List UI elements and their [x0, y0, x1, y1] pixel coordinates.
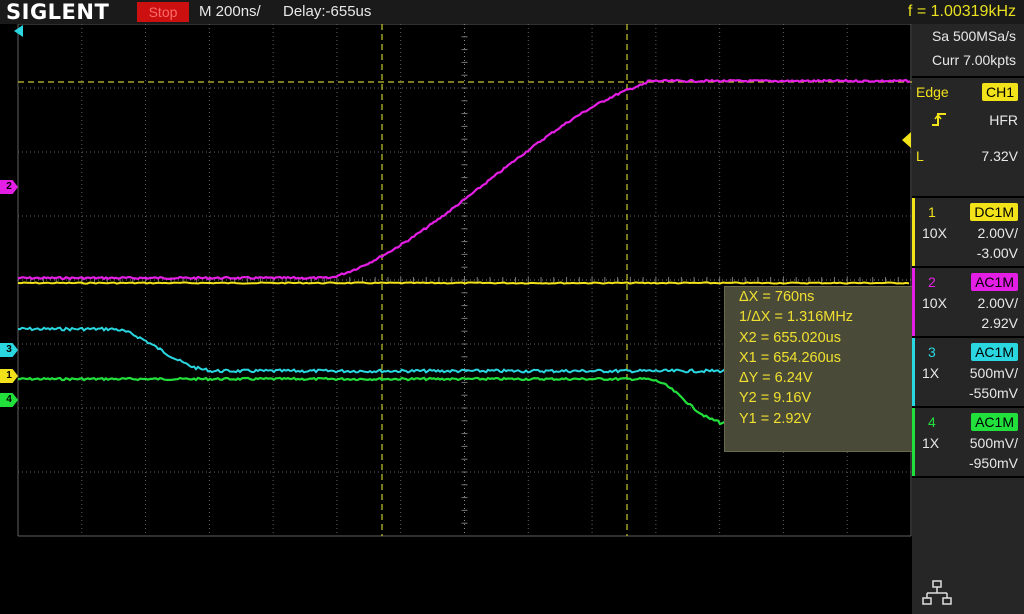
channel-offset: -3.00V — [976, 245, 1018, 261]
cursor-delta-y: ΔY = 6.24V — [739, 370, 813, 387]
ch1-trace — [17, 281, 910, 285]
cursor-inverse-delta-x: 1/ΔX = 1.316MHz — [739, 309, 854, 326]
channel-2-block[interactable]: 2 AC1M 10X 2.00V/2.92V — [912, 268, 1024, 336]
channel-offset: -550mV — [968, 385, 1018, 401]
channel-scale: 500mV/ — [969, 435, 1018, 451]
trigger-coupling: HFR — [989, 112, 1018, 128]
ch2-trace — [17, 78, 911, 281]
brand-logo: SIGLENT — [6, 0, 110, 24]
channel-1-block[interactable]: 1 DC1M 10X 2.00V/ -3.00V — [912, 198, 1024, 266]
waveform-display[interactable]: 2 3 1 4 ΔX = 760ns 1/ΔX = 1.316MHz X2 = … — [0, 24, 913, 614]
rising-edge-icon — [930, 110, 950, 133]
top-status-bar: SIGLENT Stop M 200ns/ Delay:-655us f = 1… — [0, 0, 1024, 24]
channel-number: 2 — [928, 274, 936, 290]
channel-scale: 2.00V/ — [977, 295, 1018, 311]
channel-number: 1 — [928, 204, 936, 220]
channel-coupling-badge: AC1M — [971, 343, 1018, 361]
trigger-level-value: 7.32V — [981, 148, 1018, 164]
run-stop-status[interactable]: Stop — [137, 2, 189, 22]
channel-4-block[interactable]: 4 AC1M 1X 500mV/ -950mV — [912, 408, 1024, 476]
frequency-counter: f = 1.00319kHz — [907, 3, 1016, 20]
channel-number: 3 — [928, 344, 936, 360]
channel-probe: 10X — [922, 225, 947, 241]
channel-coupling-badge: AC1M — [971, 413, 1018, 431]
channel-scale: 500mV/ — [969, 365, 1018, 381]
channel-number: 4 — [928, 414, 936, 430]
graticule — [17, 24, 912, 537]
trigger-level-icon[interactable] — [902, 132, 911, 148]
cursor-y2-value: Y2 = 9.16V — [739, 390, 812, 407]
channel-coupling-badge: DC1M — [970, 203, 1018, 221]
cursor-delta-x: ΔX = 760ns — [739, 289, 815, 305]
channel-scale: 2.00V/ — [977, 225, 1018, 241]
memory-depth: Curr 7.00kpts — [931, 52, 1016, 68]
settings-sidebar: Sa 500MSa/s Curr 7.00kpts Edge CH1 HFR L… — [912, 24, 1024, 614]
trigger-level-label: L — [916, 148, 924, 164]
trigger-block[interactable]: Edge CH1 HFR L 7.32V — [912, 78, 1024, 194]
channel-probe: 1X — [922, 365, 940, 381]
channel-offset: -950mV — [968, 455, 1018, 471]
timebase-readout[interactable]: M 200ns/ — [199, 0, 261, 24]
cursor-y1-value: Y1 = 2.92V — [739, 410, 812, 427]
channel-3-block[interactable]: 3 AC1M 1X 500mV/ -550mV — [912, 338, 1024, 406]
sample-rate: Sa 500MSa/s — [931, 28, 1016, 44]
channel-probe: 1X — [922, 435, 940, 451]
cursor-x2-value: X2 = 655.020us — [739, 329, 841, 346]
delay-readout[interactable]: Delay:-655us — [283, 0, 371, 24]
channel-coupling-badge: AC1M — [971, 273, 1018, 291]
channel-probe: 10X — [922, 295, 947, 311]
channel-offset: 2.92V — [981, 315, 1018, 331]
cursor-readout-panel: ΔX = 760ns 1/ΔX = 1.316MHz X2 = 655.020u… — [724, 286, 913, 452]
trigger-source-badge: CH1 — [981, 83, 1018, 101]
trigger-type: Edge — [916, 84, 949, 100]
cursor-x1-value: X1 = 654.260us — [739, 349, 841, 366]
network-icon — [922, 580, 952, 609]
